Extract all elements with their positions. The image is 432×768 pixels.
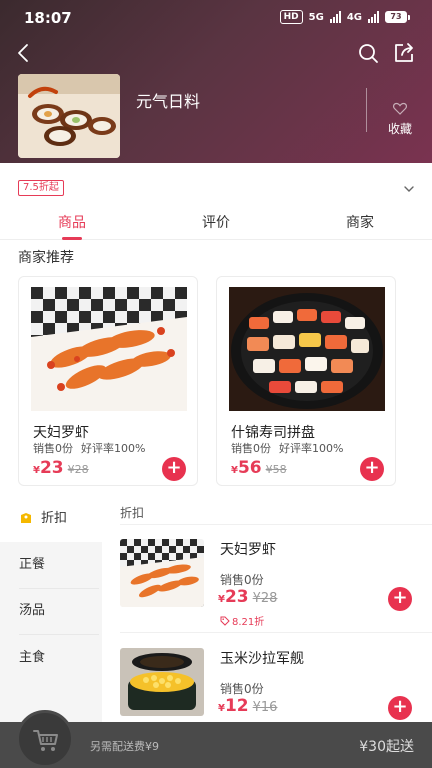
- net-5g-label: 5G: [308, 11, 324, 23]
- delivery-fee-note: 另需配送费¥9: [90, 740, 159, 753]
- list-item-name: 玉米沙拉军舰: [220, 651, 304, 667]
- sales-count: 销售0份: [231, 442, 271, 455]
- favorite-button[interactable]: 收藏: [380, 100, 420, 137]
- original-price: ¥28: [252, 591, 278, 606]
- sidebar-item-soup[interactable]: 汤品: [0, 588, 102, 634]
- add-to-cart-button[interactable]: +: [388, 696, 412, 720]
- recommend-title: 商家推荐: [18, 250, 74, 266]
- product-list: 折扣 天妇罗虾 销售0份 ¥ 23 ¥28 8.21折 + 玉米沙拉军舰 销售0…: [102, 496, 432, 726]
- sales-count: 销售0份: [33, 442, 73, 455]
- cart-icon: [33, 730, 58, 751]
- list-item[interactable]: 天妇罗虾 销售0份 ¥ 23 ¥28 8.21折 +: [120, 539, 432, 639]
- sidebar-item-label: 折扣: [41, 511, 68, 526]
- list-category-title: 折扣: [120, 506, 145, 520]
- signal-icon-2: [368, 11, 379, 23]
- recommend-card[interactable]: 什锦寿司拼盘 销售0份 好评率100% ¥ 56 ¥58 +: [216, 276, 396, 486]
- price: ¥ 12 ¥16: [218, 696, 277, 716]
- discount-tag: 7.5折起: [18, 180, 64, 196]
- category-sidebar: 折扣 正餐 汤品 主食: [0, 496, 102, 726]
- price-value: 23: [224, 587, 249, 607]
- price-value: 12: [224, 696, 249, 716]
- cart-bar: 另需配送费¥9 ¥30起送: [0, 710, 432, 768]
- price: ¥ 23 ¥28: [218, 587, 277, 607]
- original-price: ¥28: [67, 463, 89, 476]
- battery-icon: 73: [385, 11, 410, 23]
- tag-icon: [220, 616, 230, 626]
- price: ¥ 56 ¥58: [231, 458, 287, 478]
- currency-symbol: ¥: [218, 594, 225, 605]
- active-tab-indicator: [62, 237, 82, 240]
- signal-icon: [329, 11, 341, 23]
- price: ¥ 23 ¥28: [33, 458, 89, 478]
- share-icon[interactable]: [392, 41, 416, 65]
- sushi-platter-image: [229, 287, 385, 411]
- tab-bar: 商品 评价 商家: [0, 204, 432, 240]
- min-order-label[interactable]: ¥30起送: [359, 736, 414, 756]
- rating: 好评率100%: [81, 442, 146, 455]
- currency-symbol: ¥: [33, 465, 40, 476]
- discount-badge-icon: [21, 513, 31, 523]
- sidebar-item-meal[interactable]: 正餐: [0, 542, 102, 588]
- heart-icon: [392, 102, 408, 115]
- store-header: 18:07 HD 5G 4G 73 元气日料 收藏: [0, 0, 432, 163]
- tab-reviews[interactable]: 评价: [176, 212, 256, 232]
- tempura-shrimp-image: [120, 539, 204, 607]
- favorite-divider: [366, 88, 367, 132]
- discount-label: 8.21折: [220, 613, 264, 628]
- cart-button[interactable]: [16, 710, 74, 768]
- store-logo-image: [18, 74, 120, 158]
- sidebar-item-staple[interactable]: 主食: [0, 635, 102, 681]
- corn-gunkan-image: [120, 648, 204, 716]
- divider: [120, 632, 432, 633]
- rating: 好评率100%: [279, 442, 344, 455]
- original-price: ¥16: [252, 700, 278, 715]
- tab-merchant[interactable]: 商家: [320, 212, 400, 232]
- tab-products[interactable]: 商品: [32, 212, 112, 232]
- add-to-cart-button[interactable]: +: [388, 587, 412, 611]
- tempura-shrimp-image: [31, 287, 187, 411]
- original-price: ¥58: [265, 463, 287, 476]
- chevron-down-icon[interactable]: [402, 182, 416, 196]
- recommend-card[interactable]: 天妇罗虾 销售0份 好评率100% ¥ 23 ¥28 +: [18, 276, 198, 486]
- divider: [120, 524, 432, 525]
- status-time: 18:07: [24, 9, 72, 27]
- currency-symbol: ¥: [231, 465, 238, 476]
- add-to-cart-button[interactable]: +: [360, 457, 384, 481]
- add-to-cart-button[interactable]: +: [162, 457, 186, 481]
- sales-count: 销售0份: [220, 682, 264, 696]
- recommend-item-name: 什锦寿司拼盘: [231, 425, 315, 441]
- store-name: 元气日料: [136, 92, 201, 111]
- sidebar-item-discount[interactable]: 折扣: [0, 496, 102, 542]
- recommend-item-meta: 销售0份 好评率100%: [231, 440, 343, 456]
- list-item-name: 天妇罗虾: [220, 542, 276, 558]
- recommend-item-name: 天妇罗虾: [33, 425, 89, 441]
- recommend-item-meta: 销售0份 好评率100%: [33, 440, 145, 456]
- favorite-label: 收藏: [387, 122, 412, 136]
- price-value: 23: [39, 458, 64, 478]
- discount-rate: 8.21折: [232, 617, 265, 628]
- sales-count: 销售0份: [220, 573, 264, 587]
- price-value: 56: [237, 458, 262, 478]
- net-4g-label: 4G: [346, 11, 362, 23]
- back-icon[interactable]: [12, 41, 36, 65]
- store-page: 18:07 HD 5G 4G 73 元气日料 收藏 7.5折起 商品 评价 商家…: [0, 0, 432, 768]
- currency-symbol: ¥: [218, 703, 225, 714]
- status-bar: 18:07 HD 5G 4G 73: [0, 0, 432, 34]
- search-icon[interactable]: [356, 41, 380, 65]
- status-icons: HD 5G 4G 73: [279, 10, 410, 24]
- promo-row[interactable]: 7.5折起: [0, 170, 432, 204]
- hd-badge: HD: [279, 10, 303, 24]
- battery-level: 73: [385, 11, 407, 23]
